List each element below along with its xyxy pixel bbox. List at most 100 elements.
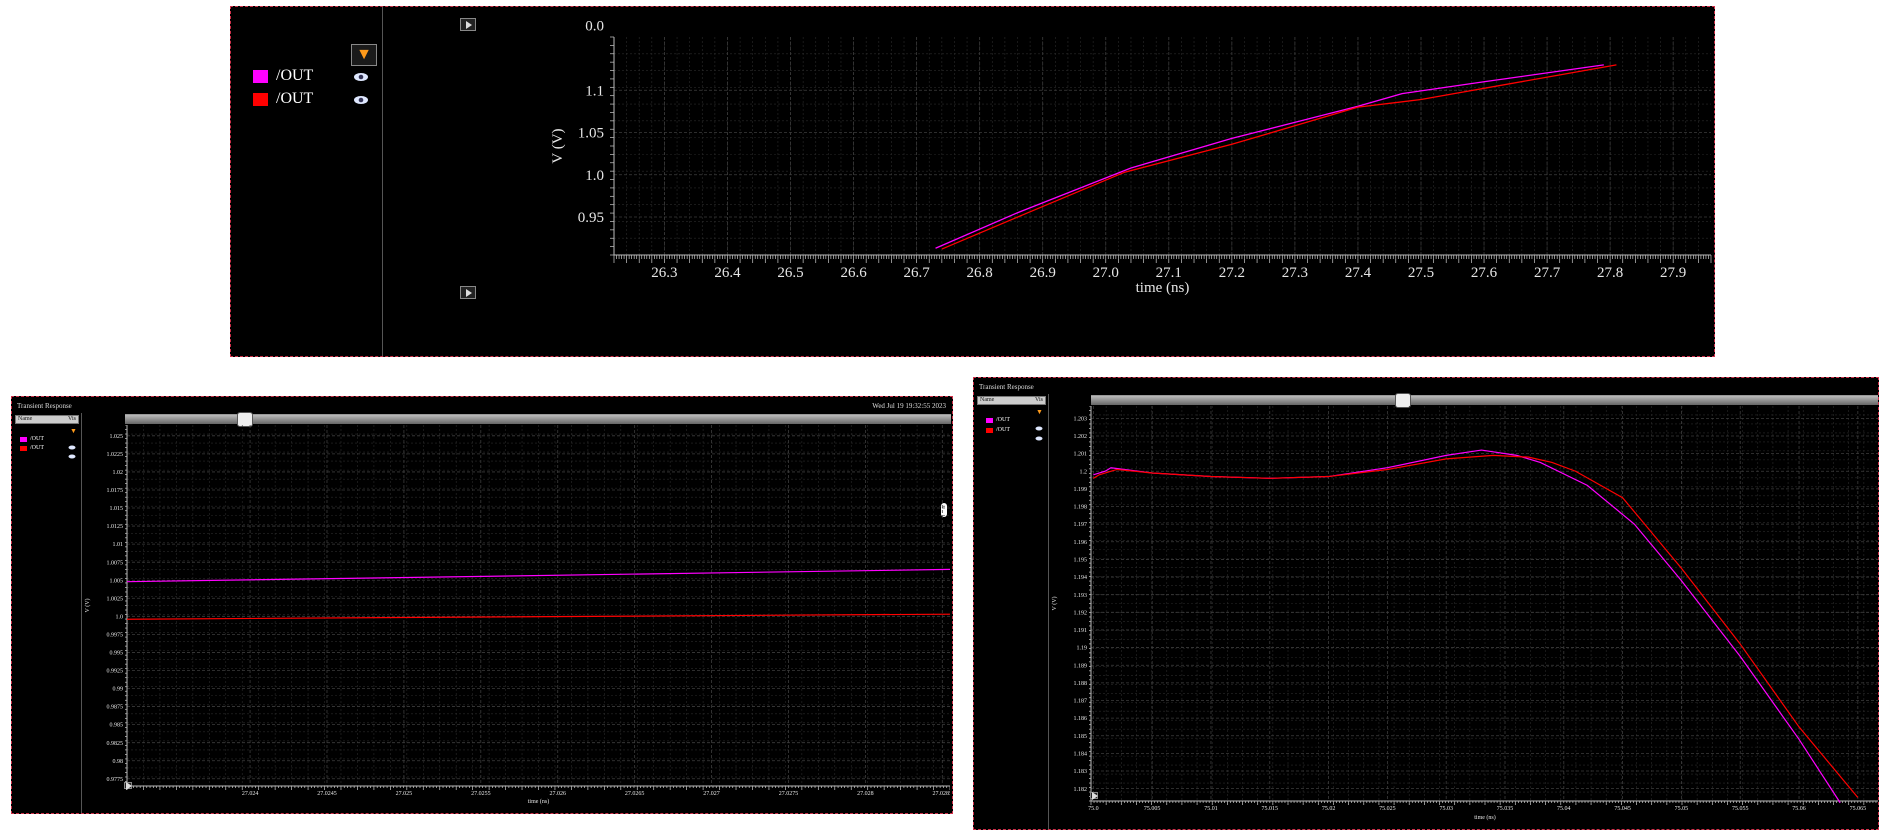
horizontal-scrollbar[interactable] [125,412,951,427]
legend-label: /OUT [30,436,44,442]
y-tick-label: 1.0025 [107,596,124,602]
timestamp: Wed Jul 19 19:32:55 2023 [872,402,946,410]
y-tick-label: 1.05 [578,126,604,142]
legend-label: /OUT [996,427,1010,433]
x-tick-label: 27.0285 [933,791,950,797]
y-tick-label: 1.189 [1074,663,1088,669]
y-tick-label: 0.0 [585,18,604,34]
x-tick-label: 27.027 [703,791,720,797]
x-axis-title: time (ns) [528,798,550,805]
y-tick-label: 1.202 [1074,434,1088,440]
x-tick-label: 27.8 [1597,265,1623,281]
eye-icon[interactable] [68,446,76,464]
y-tick-label: 1.005 [110,578,124,584]
legend-item[interactable]: /OUT [986,427,1010,433]
y-tick-label: 1.015 [110,506,124,512]
horizontal-scrollbar[interactable] [1091,393,1878,408]
x-tick-label: 75.05 [1675,806,1689,812]
x-axis-title: time (ns) [1136,280,1190,296]
series-line [1093,449,1841,804]
y-tick-label: 1.19 [1077,646,1088,652]
y-tick-label: 1.193 [1074,593,1088,599]
x-tick-label: 75.065 [1850,806,1867,812]
x-tick-label: 27.025 [396,791,413,797]
x-tick-label: 27.1 [1156,265,1182,281]
series-swatch [986,417,993,423]
y-tick-label: 0.95 [578,210,604,226]
x-tick-label: 27.024 [242,791,259,797]
x-tick-label: 26.9 [1030,265,1056,281]
y-tick-label: 1.183 [1074,769,1088,775]
eye-icon[interactable] [1035,428,1043,446]
y-tick-label: 0.9975 [107,632,124,638]
play-button[interactable] [460,286,476,299]
y-tick-label: 1.0175 [107,488,124,494]
series-swatch [253,92,268,106]
y-tick-label: 0.99 [113,687,124,693]
window-title: Transient Response [17,402,72,410]
legend-label: /OUT [996,417,1010,423]
signal-table-header: Name Vis [15,415,79,424]
legend-item[interactable]: /OUT [986,417,1010,423]
x-tick-label: 27.5 [1408,265,1434,281]
play-button[interactable] [124,782,132,789]
legend-item[interactable]: /OUT [253,67,313,85]
y-axis-title: V (V) [1051,596,1058,610]
x-tick-label: 27.6 [1471,265,1498,281]
waveform-window-bottom-left: Transient Response Wed Jul 19 19:32:55 2… [11,396,953,814]
legend-pane: Name Vis ▼ /OUT /OUT [974,394,1049,829]
y-tick-label: 0.9825 [107,741,124,747]
y-tick-label: 1.198 [1074,505,1088,511]
waveform-plot[interactable]: 26.3 26.4 26.5 26.6 26.7 26.8 26.9 27.0 27.1 27.2… [383,7,1713,356]
x-tick-label: 26.8 [967,265,993,281]
y-tick-label: 1.192 [1074,610,1088,616]
filter-icon[interactable]: ▼ [1036,408,1043,416]
filter-icon[interactable]: ▼ [70,427,77,435]
waveform-window-top: ▼ /OUT /OUT 26.3 26.4 26.5 26.6 26.7 26.8 26.9… [230,6,1715,357]
y-tick-label: 1.195 [1074,558,1088,564]
play-button[interactable] [1090,792,1098,799]
legend-item[interactable]: /OUT [20,436,44,442]
legend-item[interactable]: /OUT [253,90,313,108]
y-tick-label: 1.1 [585,83,604,99]
series-swatch [986,427,993,433]
series-line [935,64,1604,249]
y-tick-label: 1.2 [1080,469,1088,475]
legend-item[interactable]: /OUT [20,445,44,451]
x-axis-title: time (ns) [1474,814,1496,821]
y-tick-label: 0.995 [110,651,124,657]
filter-button[interactable]: ▼ [351,44,377,66]
y-tick-label: 1.197 [1074,522,1088,528]
x-tick-label: 75.055 [1732,806,1749,812]
x-tick-label: 26.7 [903,265,930,281]
x-tick-label: 27.7 [1534,265,1561,281]
waveform-plot[interactable]: 75.0 75.005 75.01 75.015 75.02 75.025 75.03 75.… [1049,406,1879,829]
x-tick-label: 75.015 [1262,806,1279,812]
x-tick-label: 26.3 [651,265,677,281]
y-axis-title: V (V) [550,128,566,163]
x-tick-label: 75.035 [1497,806,1514,812]
x-tick-label: 27.9 [1660,265,1686,281]
y-tick-label: 1.187 [1074,699,1088,705]
y-tick-label: 1.194 [1074,575,1088,581]
x-tick-label: 75.04 [1557,806,1571,812]
eye-icon[interactable] [353,69,369,87]
x-tick-label: 27.0245 [317,791,337,797]
y-tick-label: 0.9925 [107,669,124,675]
x-tick-label: 75.01 [1204,806,1218,812]
waveform-plot[interactable]: 27.024 27.0245 27.025 27.0255 27.026 27.0265 2… [82,425,950,813]
x-tick-label: 27.0265 [625,791,645,797]
x-tick-label: 75.02 [1322,806,1336,812]
y-tick-label: 1.188 [1074,681,1088,687]
x-tick-label: 27.0275 [779,791,799,797]
x-tick-label: 26.6 [840,265,867,281]
x-tick-label: 26.5 [777,265,803,281]
legend-label: /OUT [276,67,314,84]
x-tick-label: 75.0 [1088,806,1099,812]
y-tick-label: 1.0075 [107,560,124,566]
eye-icon[interactable] [353,92,369,110]
play-button[interactable] [460,18,476,31]
legend-pane: ▼ /OUT /OUT [231,7,383,356]
series-swatch [20,445,27,451]
y-tick-label: 1.025 [110,434,124,440]
